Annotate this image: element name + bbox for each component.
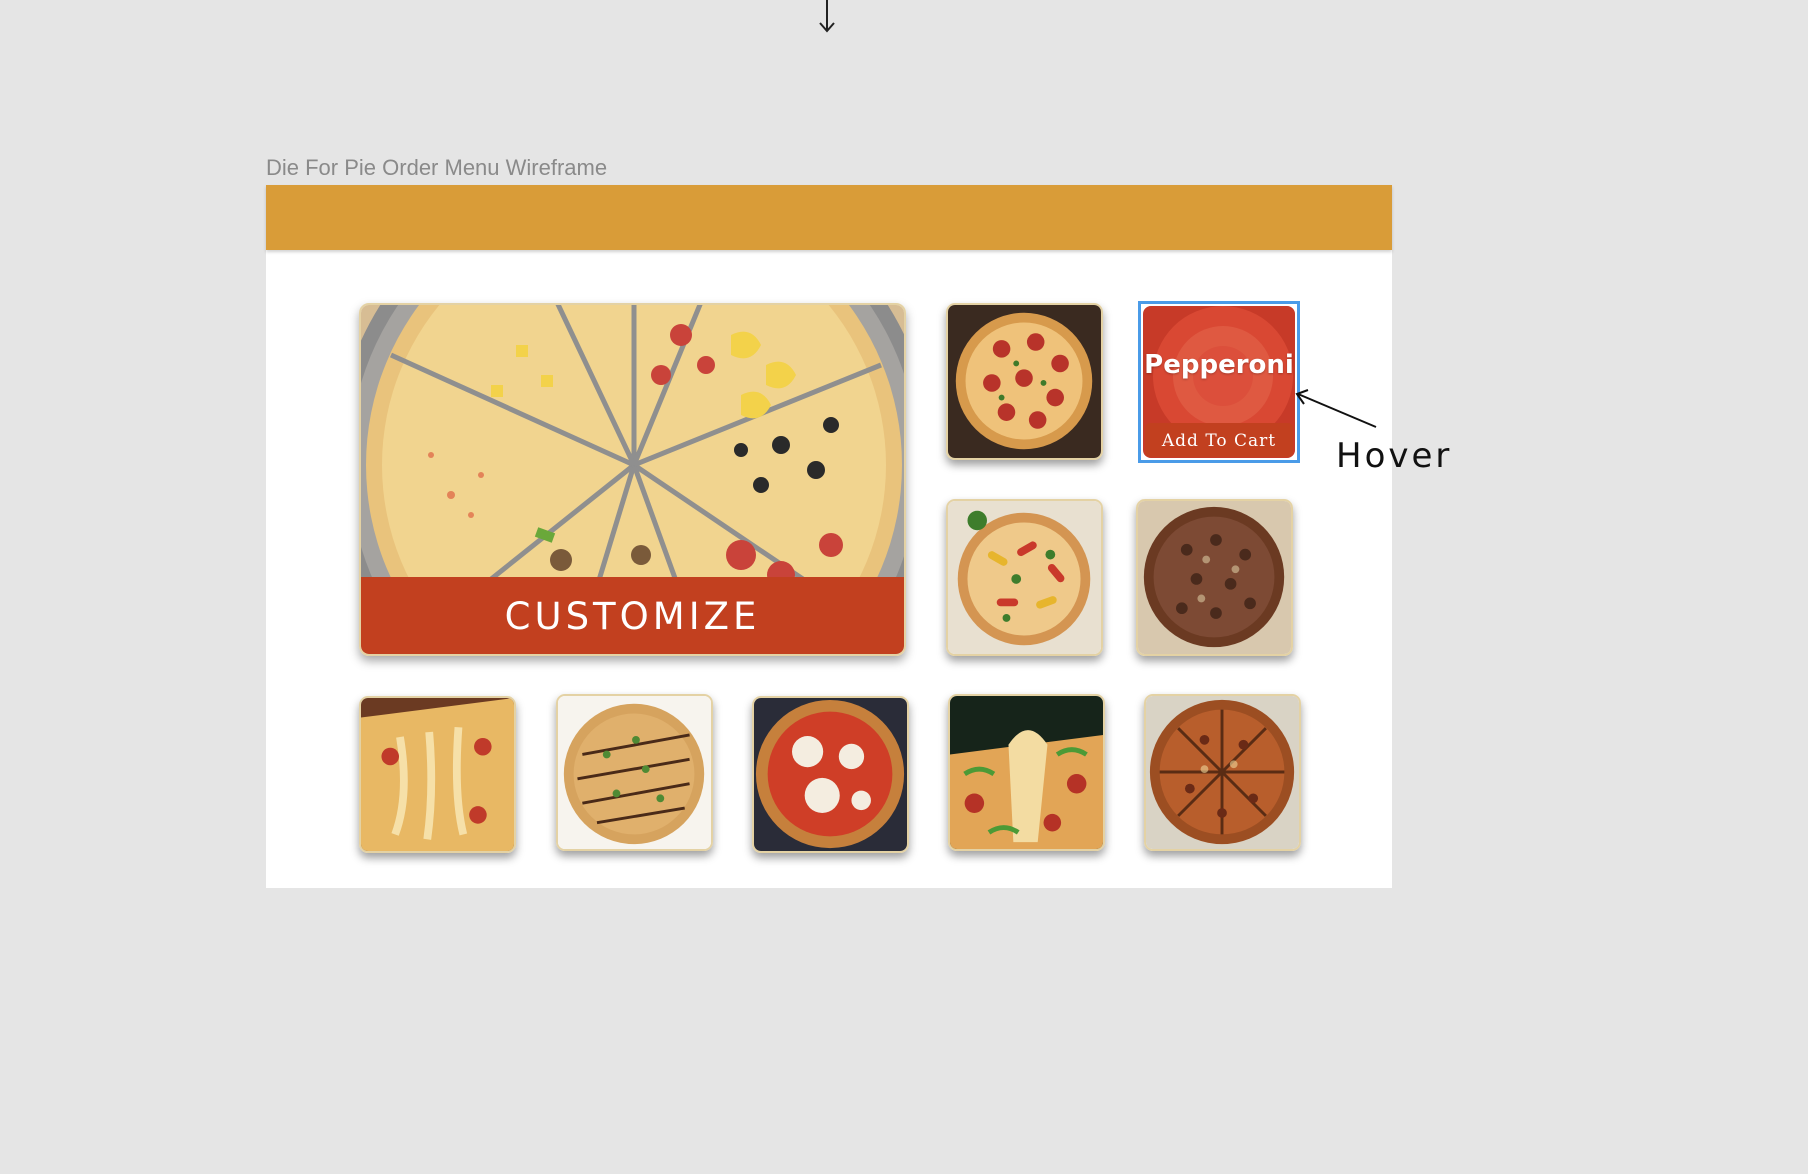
margherita-pizza-image bbox=[754, 698, 907, 851]
menu-item-card[interactable] bbox=[946, 499, 1103, 656]
menu-item-card[interactable] bbox=[556, 694, 713, 851]
pepperoni-title: Pepperoni bbox=[1144, 350, 1294, 380]
menu-item-card[interactable] bbox=[752, 696, 909, 853]
customize-button[interactable]: CUSTOMIZE bbox=[361, 577, 904, 654]
pepperoni-pizza-image bbox=[948, 305, 1101, 458]
sausage-pizza-image bbox=[1138, 501, 1291, 654]
bbq-chicken-pizza-image bbox=[558, 696, 711, 849]
pepperoni-card-inner: Pepperoni Add To Cart bbox=[1143, 306, 1295, 458]
pepper-slice-pizza-image bbox=[950, 696, 1103, 849]
hover-annotation-label: Hover bbox=[1336, 436, 1453, 476]
menu-item-card[interactable] bbox=[1136, 499, 1293, 656]
annotation-arrow-icon bbox=[1295, 389, 1377, 428]
add-to-cart-button[interactable]: Add To Cart bbox=[1145, 423, 1293, 457]
artboard: CUSTOMIZE Pepperoni Add To Cart bbox=[266, 185, 1392, 888]
pepperoni-card-hover[interactable]: Pepperoni Add To Cart bbox=[1138, 301, 1300, 463]
header-bar bbox=[266, 185, 1392, 250]
down-arrow-icon bbox=[819, 0, 835, 33]
menu-item-card[interactable] bbox=[1144, 694, 1301, 851]
supreme-pizza-image bbox=[1146, 696, 1299, 849]
cheesy-slice-pizza-image bbox=[361, 698, 514, 851]
menu-item-card[interactable] bbox=[359, 696, 516, 853]
menu-item-card[interactable] bbox=[948, 694, 1105, 851]
customize-card[interactable]: CUSTOMIZE bbox=[359, 303, 906, 656]
frame-title[interactable]: Die For Pie Order Menu Wireframe bbox=[266, 155, 607, 181]
menu-item-card[interactable] bbox=[946, 303, 1103, 460]
veggie-pizza-image bbox=[948, 501, 1101, 654]
